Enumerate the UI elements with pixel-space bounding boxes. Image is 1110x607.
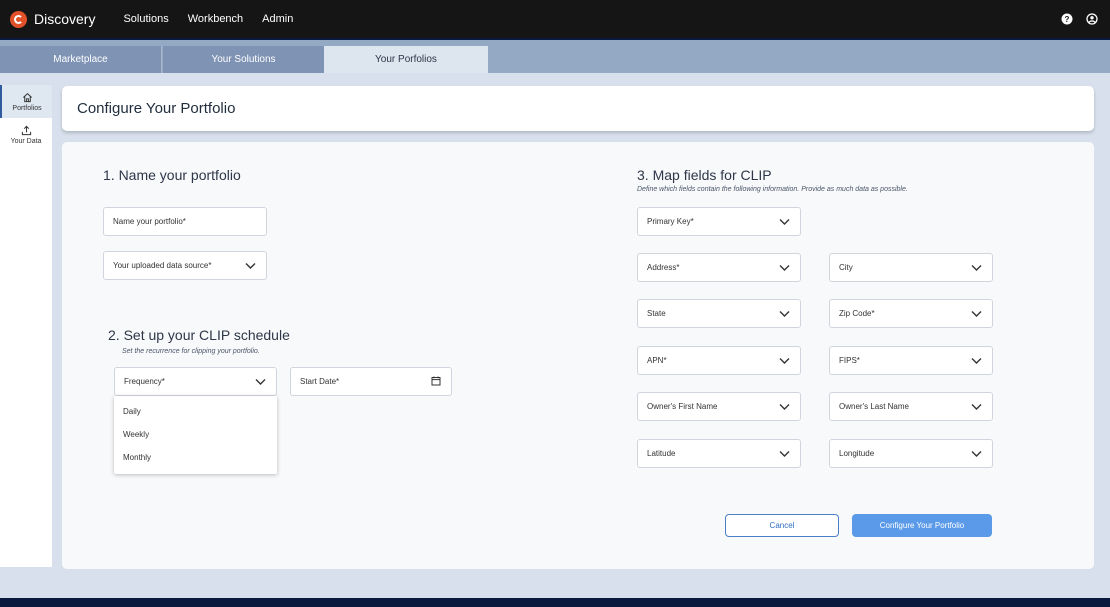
top-icons: ? [1048, 13, 1098, 25]
footer-bar [0, 598, 1110, 607]
section2-subtitle: Set the recurrence for clipping your por… [122, 348, 260, 355]
frequency-option-weekly[interactable]: Weekly [123, 430, 149, 439]
frequency-option-daily[interactable]: Daily [123, 407, 141, 416]
owner-first-name-select[interactable]: Owner's First Name [637, 392, 801, 421]
sidebar-item-label: Portfolios [12, 104, 42, 112]
chevron-down-icon [245, 263, 256, 269]
zip-code-label: Zip Code* [839, 309, 875, 318]
chevron-down-icon [779, 219, 790, 225]
chevron-down-icon [971, 265, 982, 271]
start-date-label: Start Date* [300, 377, 340, 386]
sidebar-item-your-data[interactable]: Your Data [0, 118, 52, 151]
top-bar: Discovery Solutions Workbench Admin ? [0, 0, 1110, 40]
start-date-input[interactable]: Start Date* [290, 367, 452, 396]
longitude-select[interactable]: Longitude [829, 439, 993, 468]
chevron-down-icon [971, 451, 982, 457]
home-icon [22, 92, 32, 102]
owner-last-name-select[interactable]: Owner's Last Name [829, 392, 993, 421]
chevron-down-icon [779, 265, 790, 271]
section3-subtitle: Define which fields contain the followin… [637, 186, 908, 193]
frequency-options: Daily Weekly Monthly [114, 396, 277, 474]
nav-solutions[interactable]: Solutions [123, 13, 168, 25]
city-select[interactable]: City [829, 253, 993, 282]
apn-label: APN* [647, 356, 667, 365]
logo[interactable]: Discovery [10, 10, 96, 28]
user-profile-icon[interactable] [1086, 13, 1098, 25]
latitude-select[interactable]: Latitude [637, 439, 801, 468]
sidebar-item-label: Your Data [10, 137, 42, 145]
city-label: City [839, 263, 853, 272]
sidebar: Portfolios Your Data [0, 85, 52, 567]
tab-your-solutions[interactable]: Your Solutions [163, 46, 324, 73]
frequency-option-monthly[interactable]: Monthly [123, 453, 151, 462]
section1-title: 1. Name your portfolio [103, 167, 241, 183]
apn-select[interactable]: APN* [637, 346, 801, 375]
tab-marketplace[interactable]: Marketplace [0, 46, 162, 73]
page-header: Configure Your Portfolio [62, 86, 1094, 131]
tab-your-portfolios[interactable]: Your Porfolios [324, 46, 488, 73]
primary-key-select[interactable]: Primary Key* [637, 207, 801, 236]
tab-bar: Marketplace Your Solutions Your Porfolio… [0, 40, 1110, 73]
portfolio-form: 1. Name your portfolio Name your portfol… [62, 142, 1094, 569]
nav-admin[interactable]: Admin [262, 13, 293, 25]
section3-title: 3. Map fields for CLIP [637, 167, 772, 183]
help-icon[interactable]: ? [1061, 13, 1073, 25]
chevron-down-icon [779, 358, 790, 364]
owner-last-name-label: Owner's Last Name [839, 402, 909, 411]
chevron-down-icon [779, 311, 790, 317]
frequency-select-label: Frequency* [124, 377, 165, 386]
svg-text:?: ? [1065, 15, 1070, 24]
page-title: Configure Your Portfolio [77, 100, 236, 117]
longitude-label: Longitude [839, 449, 875, 458]
fips-label: FIPS* [839, 356, 860, 365]
cancel-button[interactable]: Cancel [725, 514, 839, 537]
fips-select[interactable]: FIPS* [829, 346, 993, 375]
chevron-down-icon [971, 311, 982, 317]
latitude-label: Latitude [647, 449, 676, 458]
brand-name: Discovery [34, 11, 96, 27]
section2-title: 2. Set up your CLIP schedule [108, 327, 290, 343]
chevron-down-icon [779, 451, 790, 457]
address-label: Address* [647, 263, 680, 272]
main-nav: Solutions Workbench Admin [123, 13, 312, 25]
chevron-down-icon [779, 404, 790, 410]
sidebar-item-portfolios[interactable]: Portfolios [0, 85, 52, 118]
zip-code-select[interactable]: Zip Code* [829, 299, 993, 328]
frequency-select[interactable]: Frequency* [114, 367, 277, 396]
chevron-down-icon [971, 404, 982, 410]
nav-workbench[interactable]: Workbench [188, 13, 243, 25]
owner-first-name-label: Owner's First Name [647, 402, 718, 411]
chevron-down-icon [255, 379, 266, 385]
chevron-down-icon [971, 358, 982, 364]
configure-portfolio-button[interactable]: Configure Your Portfolio [852, 514, 992, 537]
address-select[interactable]: Address* [637, 253, 801, 282]
data-source-select-label: Your uploaded data source* [113, 261, 212, 270]
state-select[interactable]: State [637, 299, 801, 328]
state-label: State [647, 309, 666, 318]
data-source-select[interactable]: Your uploaded data source* [103, 251, 267, 280]
calendar-icon[interactable] [431, 376, 441, 386]
portfolio-name-input[interactable]: Name your portfolio* [103, 207, 267, 236]
upload-icon [21, 125, 31, 135]
primary-key-label: Primary Key* [647, 217, 694, 226]
logo-icon [10, 10, 27, 28]
